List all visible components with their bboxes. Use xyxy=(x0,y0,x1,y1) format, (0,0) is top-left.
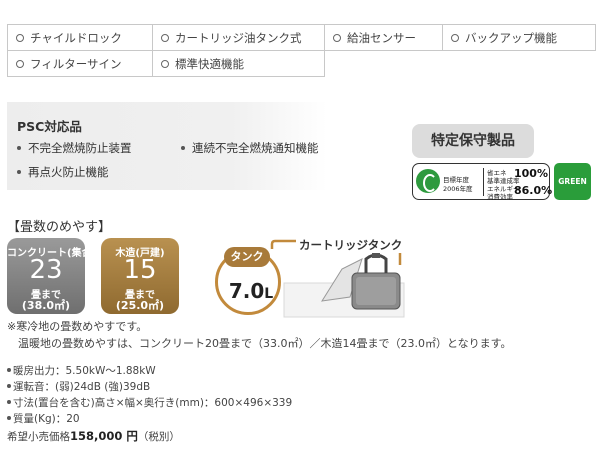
tank-capacity-unit: L xyxy=(264,286,274,302)
psc-item-label: 再点火防止機能 xyxy=(28,165,109,179)
circle-icon xyxy=(161,33,169,42)
spec-text: 質量(Kg)：20 xyxy=(13,413,80,425)
room-area: (25.0㎡) xyxy=(115,299,165,312)
feature-label: カートリッジ油タンク式 xyxy=(175,30,302,45)
feature-cell: 給油センサー xyxy=(324,24,443,51)
cartridge-tank-label: カートリッジタンク xyxy=(296,237,406,253)
feature-cell: カートリッジ油タンク式 xyxy=(152,24,325,51)
bullet-icon xyxy=(7,368,11,372)
note-line: 温暖地の畳数めやすは、コンクリート20畳まで（33.0㎡）／木造14畳まで（23… xyxy=(18,337,512,350)
psc-item-label: 連続不完全燃焼通知機能 xyxy=(192,141,319,155)
price-line: 希望小売価格158,000 円（税別） xyxy=(7,428,180,444)
feature-cell: 標準快適機能 xyxy=(152,50,325,77)
bullet-icon xyxy=(7,384,11,388)
spec-line: 暖房出力：5.50kW～1.88kW xyxy=(7,363,156,378)
feature-label: フィルターサイン xyxy=(30,56,122,71)
tatami-count: 15 xyxy=(123,255,157,285)
feature-table: チャイルドロック カートリッジ油タンク式 給油センサー バックアップ機能 フィル… xyxy=(7,24,596,77)
price-tax: （税別） xyxy=(137,431,180,443)
note-line: ※寒冷地の畳数めやすです。 xyxy=(7,320,148,333)
feature-row: フィルターサイン 標準快適機能 xyxy=(7,50,596,77)
tank-capacity-value: 7.0 xyxy=(228,279,265,303)
psc-item: 不完全燃焼防止装置 xyxy=(17,140,132,156)
price-amount: 158,000 円 xyxy=(70,429,138,443)
tokutei-hoshu-badge: 特定保守製品 xyxy=(412,124,534,158)
energy-saving-label: 目標年度 2006年度 省エネ 基準達成率 100% エネルギー 消費効率 86… xyxy=(412,163,553,201)
psc-item: 連続不完全燃焼通知機能 xyxy=(181,140,319,156)
spec-line: 質量(Kg)：20 xyxy=(7,411,80,426)
feature-label: 給油センサー xyxy=(347,30,416,45)
price-label: 希望小売価格 xyxy=(7,431,70,443)
tank-tag: タンク xyxy=(224,247,270,267)
bullet-icon xyxy=(17,170,21,174)
tank-capacity: 7.0L xyxy=(218,279,284,303)
feature-label: チャイルドロック xyxy=(30,30,122,45)
green-badge: GREEN xyxy=(554,163,591,200)
bullet-icon xyxy=(17,146,21,150)
circle-icon xyxy=(16,33,24,42)
circle-icon xyxy=(16,59,24,68)
psc-item-label: 不完全燃焼防止装置 xyxy=(28,141,132,155)
feature-label: バックアップ機能 xyxy=(465,30,557,45)
tatami-heading: 【畳数のめやす】 xyxy=(7,220,112,235)
bullet-icon xyxy=(7,416,11,420)
psc-item: 再点火防止機能 xyxy=(17,164,109,180)
psc-section: PSC対応品 不完全燃焼防止装置 連続不完全燃焼通知機能 再点火防止機能 xyxy=(7,102,327,190)
feature-label: 標準快適機能 xyxy=(175,56,244,71)
feature-row: チャイルドロック カートリッジ油タンク式 給油センサー バックアップ機能 xyxy=(7,24,596,51)
tank-graphic: タンク 7.0L カートリッジタンク xyxy=(212,235,412,320)
empty-cell xyxy=(443,51,596,77)
psc-title: PSC対応品 xyxy=(17,119,82,134)
room-area: (38.0㎡) xyxy=(21,299,71,312)
bullet-icon xyxy=(181,146,185,150)
target-year-value: 2006年度 xyxy=(443,185,473,193)
divider xyxy=(483,168,484,196)
circle-icon xyxy=(451,33,459,42)
standard-value: 100% xyxy=(514,167,548,180)
feature-cell: フィルターサイン xyxy=(7,50,153,77)
feature-cell: チャイルドロック xyxy=(7,24,153,51)
tatami-count: 23 xyxy=(29,255,63,285)
wood-room-card: 木造(戸建) 15 畳まで (25.0㎡) xyxy=(101,238,179,314)
efficiency-value: 86.0% xyxy=(514,184,553,197)
spec-text: 暖房出力：5.50kW～1.88kW xyxy=(13,365,156,377)
spec-text: 運転音：(弱)24dB (強)39dB xyxy=(13,381,151,393)
spec-line: 寸法(置台を含む)高さ×幅×奥行き(mm)：600×496×339 xyxy=(7,395,292,410)
spec-text: 寸法(置台を含む)高さ×幅×奥行き(mm)：600×496×339 xyxy=(13,397,293,409)
circle-icon xyxy=(333,33,341,42)
empty-cell xyxy=(325,51,443,77)
bullet-icon xyxy=(7,400,11,404)
spec-line: 運転音：(弱)24dB (強)39dB xyxy=(7,379,150,394)
efficiency-label-2: 消費効率 xyxy=(487,193,513,201)
concrete-room-card: コンクリート(集合) 23 畳まで (38.0㎡) xyxy=(7,238,96,314)
energy-logo-icon xyxy=(416,169,440,193)
circle-icon xyxy=(161,59,169,68)
feature-cell: バックアップ機能 xyxy=(442,24,596,51)
